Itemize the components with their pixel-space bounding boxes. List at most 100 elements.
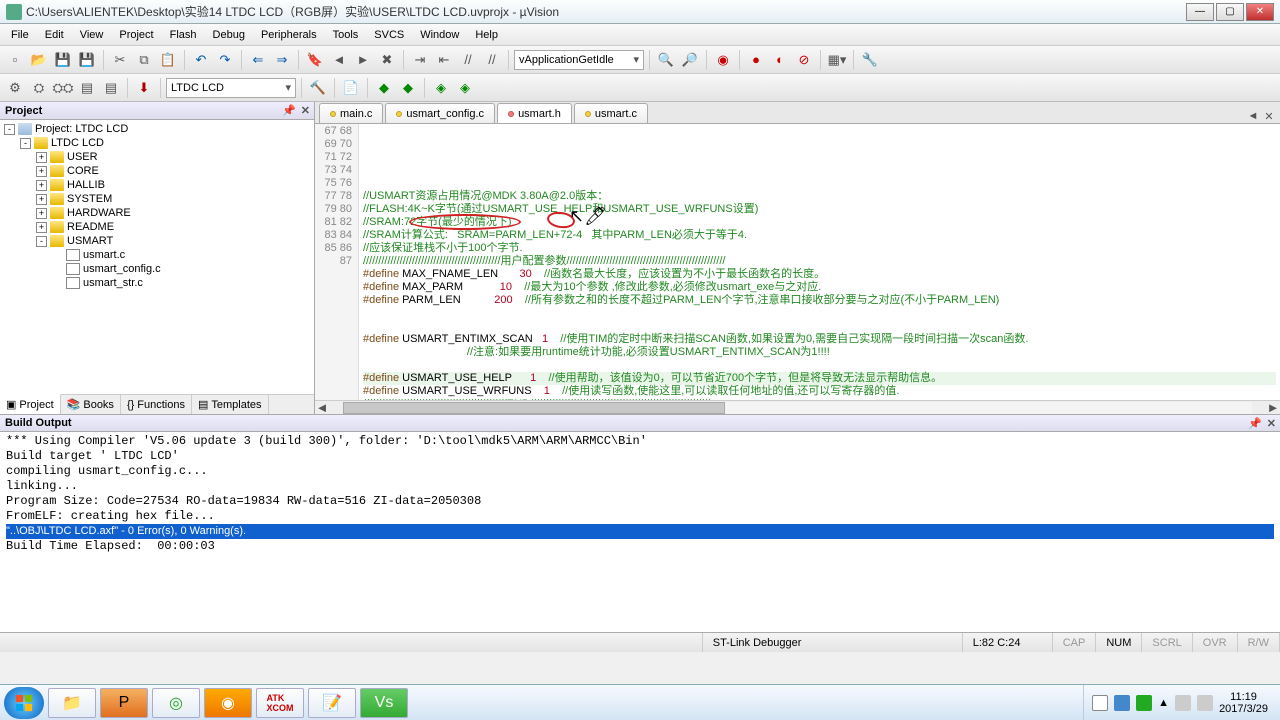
minimize-button[interactable]: — <box>1186 3 1214 21</box>
tab-scroll-left-icon[interactable]: ◄ <box>1246 109 1260 123</box>
tray-clock[interactable]: 11:192017/3/29 <box>1219 691 1268 715</box>
pack-installer-icon[interactable]: ◈ <box>430 77 452 99</box>
menu-svcs[interactable]: SVCS <box>367 27 411 43</box>
tree-root[interactable]: -Project: LTDC LCD <box>2 122 312 136</box>
file-ext-icon[interactable]: 📄 <box>340 77 362 99</box>
save-all-icon[interactable]: 💾 <box>76 49 98 71</box>
menu-flash[interactable]: Flash <box>163 27 204 43</box>
tray-icon[interactable] <box>1092 695 1108 711</box>
batch-build-icon[interactable]: ▤ <box>76 77 98 99</box>
side-tab-templates[interactable]: ▤Templates <box>192 395 269 414</box>
manage-books-icon[interactable]: ◆ <box>373 77 395 99</box>
task-app[interactable]: 📝 <box>308 688 356 718</box>
debug-icon[interactable]: ◉ <box>712 49 734 71</box>
editor-tab[interactable]: usmart_config.c <box>385 103 495 123</box>
menu-peripherals[interactable]: Peripherals <box>254 27 324 43</box>
tree-group-hardware[interactable]: +HARDWARE <box>2 206 312 220</box>
target-combo[interactable]: LTDC LCD <box>166 78 296 98</box>
pin-icon[interactable]: 📌 <box>1248 417 1262 430</box>
target-options-icon[interactable]: 🔨 <box>307 77 329 99</box>
editor-tab[interactable]: usmart.c <box>574 103 648 123</box>
task-app[interactable]: P <box>100 688 148 718</box>
tray-volume-icon[interactable] <box>1175 695 1191 711</box>
editor-tab[interactable]: main.c <box>319 103 383 123</box>
tree-file[interactable]: usmart.c <box>2 248 312 262</box>
outdent-icon[interactable]: ⇤ <box>433 49 455 71</box>
editor-tab[interactable]: usmart.h <box>497 103 572 123</box>
download-icon[interactable]: ⬇ <box>133 77 155 99</box>
tray-network-icon[interactable] <box>1197 695 1213 711</box>
cut-icon[interactable]: ✂ <box>109 49 131 71</box>
menu-file[interactable]: File <box>4 27 36 43</box>
side-tab-functions[interactable]: {}Functions <box>121 395 192 414</box>
redo-icon[interactable]: ↷ <box>214 49 236 71</box>
find-icon[interactable]: 🔍 <box>655 49 677 71</box>
tree-group-user[interactable]: +USER <box>2 150 312 164</box>
function-combo[interactable]: vApplicationGetIdle <box>514 50 644 70</box>
comment-icon[interactable]: // <box>457 49 479 71</box>
menu-debug[interactable]: Debug <box>206 27 252 43</box>
tree-group-core[interactable]: +CORE <box>2 164 312 178</box>
tree-file[interactable]: usmart_config.c <box>2 262 312 276</box>
task-explorer[interactable]: 📁 <box>48 688 96 718</box>
undo-icon[interactable]: ↶ <box>190 49 212 71</box>
hscroll-track[interactable] <box>343 402 1252 414</box>
new-file-icon[interactable]: ▫ <box>4 49 26 71</box>
tree-target[interactable]: -LTDC LCD <box>2 136 312 150</box>
window-layout-icon[interactable]: ▦▾ <box>826 49 848 71</box>
build-icon[interactable]: ⛭ <box>28 77 50 99</box>
start-button[interactable] <box>4 687 44 719</box>
pack-icon[interactable]: ◈ <box>454 77 476 99</box>
panel-close-icon[interactable]: ✕ <box>1267 417 1276 430</box>
tray-icon[interactable] <box>1114 695 1130 711</box>
bookmark-prev-icon[interactable]: ◄ <box>328 49 350 71</box>
build-output[interactable]: *** Using Compiler 'V5.06 update 3 (buil… <box>0 432 1280 632</box>
breakpoint-insert-icon[interactable]: ● <box>745 49 767 71</box>
bookmark-next-icon[interactable]: ► <box>352 49 374 71</box>
breakpoint-enable-icon[interactable]: ◐ <box>769 49 791 71</box>
tab-close-icon[interactable]: ✕ <box>1262 109 1276 123</box>
bookmark-clear-icon[interactable]: ✖ <box>376 49 398 71</box>
tree-file[interactable]: usmart_str.c <box>2 276 312 290</box>
tree-group-hallib[interactable]: +HALLIB <box>2 178 312 192</box>
task-app[interactable]: ATKXCOM <box>256 688 304 718</box>
side-tab-books[interactable]: 📚Books <box>61 395 121 414</box>
configure-icon[interactable]: 🔧 <box>859 49 881 71</box>
task-uvision[interactable]: Vs <box>360 688 408 718</box>
save-icon[interactable]: 💾 <box>52 49 74 71</box>
bookmark-icon[interactable]: 🔖 <box>304 49 326 71</box>
menu-tools[interactable]: Tools <box>326 27 366 43</box>
hscroll-left-icon[interactable]: ◄ <box>315 402 329 414</box>
copy-icon[interactable]: ⧉ <box>133 49 155 71</box>
menu-help[interactable]: Help <box>468 27 505 43</box>
tree-group-readme[interactable]: +README <box>2 220 312 234</box>
nav-fwd-icon[interactable]: ⇒ <box>271 49 293 71</box>
menu-edit[interactable]: Edit <box>38 27 71 43</box>
tray-icon[interactable] <box>1136 695 1152 711</box>
nav-back-icon[interactable]: ⇐ <box>247 49 269 71</box>
maximize-button[interactable]: ▢ <box>1216 3 1244 21</box>
paste-icon[interactable]: 📋 <box>157 49 179 71</box>
tray-chevron-icon[interactable]: ▲ <box>1158 697 1169 709</box>
task-app[interactable]: ◉ <box>204 688 252 718</box>
pin-icon[interactable]: 📌 <box>282 104 296 117</box>
menu-project[interactable]: Project <box>112 27 160 43</box>
manage-rte-icon[interactable]: ◆ <box>397 77 419 99</box>
menu-view[interactable]: View <box>73 27 111 43</box>
menu-window[interactable]: Window <box>413 27 466 43</box>
tree-group-usmart[interactable]: -USMART <box>2 234 312 248</box>
translate-icon[interactable]: ⚙ <box>4 77 26 99</box>
open-icon[interactable]: 📂 <box>28 49 50 71</box>
rebuild-icon[interactable]: ⛭⛭ <box>52 77 74 99</box>
find-in-files-icon[interactable]: 🔎 <box>679 49 701 71</box>
close-button[interactable]: ✕ <box>1246 3 1274 21</box>
hscroll-right-icon[interactable]: ► <box>1266 402 1280 414</box>
tree-group-system[interactable]: +SYSTEM <box>2 192 312 206</box>
indent-icon[interactable]: ⇥ <box>409 49 431 71</box>
panel-close-icon[interactable]: ✕ <box>301 104 310 117</box>
task-app[interactable]: ◎ <box>152 688 200 718</box>
uncomment-icon[interactable]: // <box>481 49 503 71</box>
breakpoint-kill-icon[interactable]: ⊘ <box>793 49 815 71</box>
stop-build-icon[interactable]: ▤ <box>100 77 122 99</box>
side-tab-project[interactable]: ▣Project <box>0 394 61 414</box>
